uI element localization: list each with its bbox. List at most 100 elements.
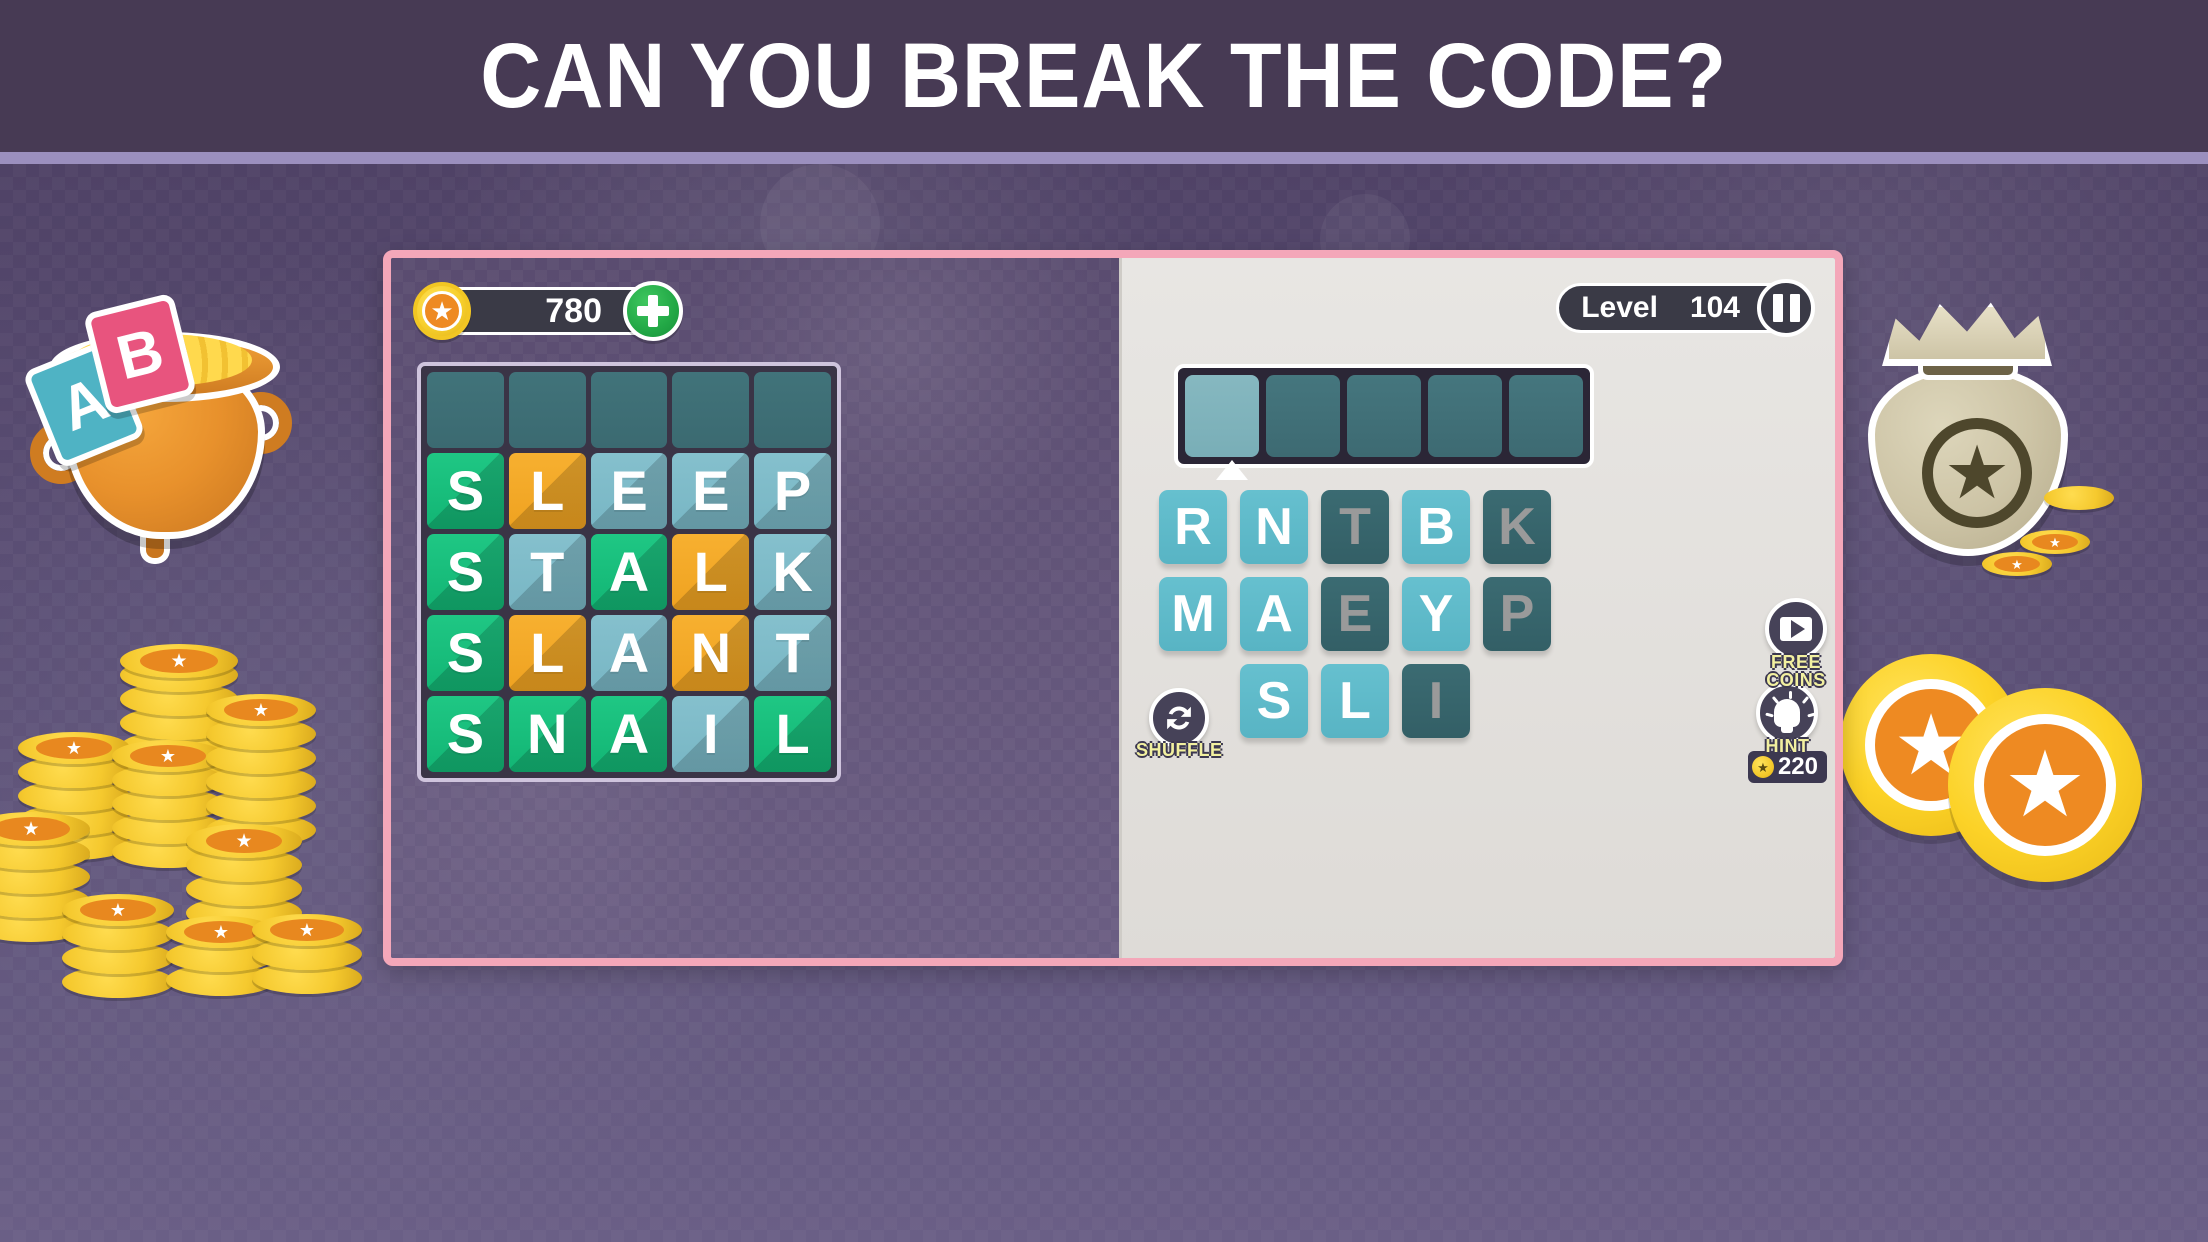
money-bag-decoration: ★ ★ ★: [1830, 294, 2114, 584]
grid-cell: T: [508, 534, 586, 610]
pot-letter-tile-a: A: [21, 338, 147, 470]
coin-balance-value: 780: [545, 291, 602, 330]
grid-cell[interactable]: [672, 372, 750, 448]
grid-cell: L: [508, 615, 586, 691]
letter-tile[interactable]: M: [1159, 577, 1227, 651]
bag-neck: [1918, 346, 2018, 380]
letter-tile[interactable]: Y: [1402, 577, 1470, 651]
grid-cell: S: [427, 696, 504, 772]
caret-indicator-icon: [1216, 460, 1248, 480]
grid-cell: T: [754, 615, 831, 691]
free-coins-label-line1: FREE: [1770, 652, 1821, 672]
banner-title: CAN YOU BREAK THE CODE?: [480, 24, 1728, 127]
letter-tile: K: [1483, 490, 1551, 564]
grid-cell: N: [508, 696, 586, 772]
right-panel: Level 104 R N T B K M A E Y P S L I SHUF…: [1119, 258, 1835, 958]
pot-foot: [140, 526, 170, 564]
answer-slot[interactable]: [1347, 375, 1421, 457]
grid-cell[interactable]: [508, 372, 586, 448]
letter-tile[interactable]: A: [1240, 577, 1308, 651]
letter-tray-row: R N T B K: [1140, 490, 1570, 564]
add-coins-button[interactable]: [623, 281, 683, 341]
letter-tile[interactable]: S: [1240, 664, 1308, 738]
letter-tray-row: M A E Y P: [1140, 577, 1570, 651]
tray-spacer: [1483, 664, 1551, 738]
shuffle-label: SHUFFLE: [1136, 740, 1223, 760]
bag-star-emblem: ★: [1922, 418, 2032, 528]
letter-pot-decoration: A B: [20, 292, 292, 564]
pot-handle-icon: [230, 392, 292, 454]
grid-cell: I: [672, 696, 750, 772]
hint-cost-value: 220: [1777, 753, 1818, 780]
answer-slot[interactable]: [1266, 375, 1340, 457]
answer-slot[interactable]: [1428, 375, 1502, 457]
star-glyph: ★: [422, 291, 462, 331]
grid-cell: E: [590, 453, 668, 529]
page-background: A B ★ ★ ★ ★ ★ ★ ★ ★ ★ ★ ★ ★ ★ ★ ★ 780 S …: [0, 164, 2208, 1242]
free-coins-button[interactable]: FREE COINS: [1765, 598, 1827, 689]
grid-cell: L: [508, 453, 586, 529]
left-panel: ★ 780 S L E E P S T A L K S L A N T S N …: [391, 258, 1119, 958]
coin-counter: ★ 780: [413, 281, 683, 341]
pot-handle-icon: [30, 422, 92, 484]
answer-slots-container: [1174, 364, 1594, 480]
grid-cell: L: [754, 696, 831, 772]
grid-cell[interactable]: [754, 372, 831, 448]
bag-top: [1882, 302, 2052, 366]
free-coins-label-line2: COINS: [1766, 670, 1826, 690]
big-coins-decoration: ★ ★: [1840, 644, 2200, 924]
letter-tile[interactable]: N: [1240, 490, 1308, 564]
grid-cell: E: [672, 453, 750, 529]
star-icon: ★: [1943, 431, 2011, 514]
pot-gold-fill: [72, 334, 252, 386]
letter-tile[interactable]: R: [1159, 490, 1227, 564]
coin: [2044, 486, 2114, 510]
letter-tile[interactable]: B: [1402, 490, 1470, 564]
letter-tile[interactable]: L: [1321, 664, 1389, 738]
promo-banner: CAN YOU BREAK THE CODE?: [0, 0, 2208, 152]
pot-rim: [50, 332, 280, 402]
coin: ★: [2020, 530, 2090, 554]
grid-cell: K: [754, 534, 831, 610]
answer-slot[interactable]: [1185, 375, 1259, 457]
pause-button[interactable]: [1757, 279, 1815, 337]
lightbulb-icon: [1756, 682, 1819, 744]
pot-body: [65, 354, 265, 539]
grid-cell: S: [427, 453, 504, 529]
banner-underline: [0, 152, 2208, 164]
level-value: 104: [1689, 291, 1740, 324]
level-label: Level: [1581, 291, 1658, 324]
pot-letter-tile-b: B: [82, 292, 198, 416]
coin: ★: [1840, 654, 2022, 836]
bag-body: [1868, 366, 2068, 556]
coin-stacks-decoration: ★ ★ ★ ★ ★ ★ ★ ★ ★: [0, 644, 362, 1064]
hint-button[interactable]: HINT ★ 220: [1747, 682, 1827, 783]
answer-slots: [1174, 364, 1594, 468]
video-play-icon: [1765, 598, 1827, 660]
word-grid: S L E E P S T A L K S L A N T S N A I L: [417, 362, 841, 782]
star-coin-icon: ★: [1751, 756, 1774, 778]
grid-cell[interactable]: [427, 372, 504, 448]
hint-label: HINT: [1765, 736, 1810, 756]
grid-cell: A: [590, 615, 668, 691]
grid-cell: P: [754, 453, 831, 529]
star-coin-icon: ★: [413, 282, 471, 340]
grid-cell[interactable]: [590, 372, 668, 448]
plus-icon: [648, 295, 658, 327]
letter-tile: P: [1483, 577, 1551, 651]
level-badge: Level 104: [1556, 279, 1815, 337]
letter-tile: T: [1321, 490, 1389, 564]
letter-tile: E: [1321, 577, 1389, 651]
coin: ★: [1948, 688, 2142, 882]
pause-icon: [1772, 294, 1783, 322]
grid-cell: A: [590, 534, 668, 610]
pause-icon: [1789, 294, 1800, 322]
answer-slot[interactable]: [1509, 375, 1583, 457]
coin: ★: [1982, 552, 2052, 576]
refresh-icon: [1149, 688, 1210, 748]
letter-tile: I: [1402, 664, 1470, 738]
grid-cell: L: [672, 534, 750, 610]
grid-cell: S: [427, 615, 504, 691]
shuffle-button[interactable]: SHUFFLE: [1136, 688, 1223, 759]
grid-cell: N: [672, 615, 750, 691]
